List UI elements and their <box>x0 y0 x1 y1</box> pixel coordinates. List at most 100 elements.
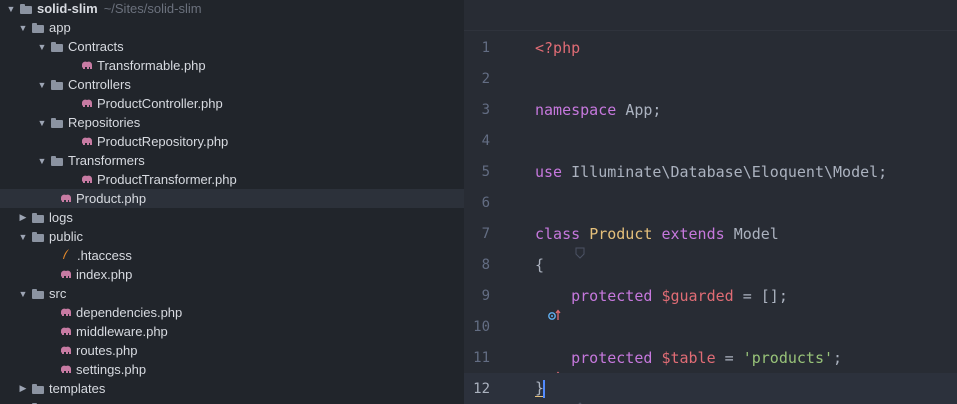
folder-icon <box>32 288 44 299</box>
tree-folder-partial[interactable]: ▶ <box>0 398 464 404</box>
chevron-right-icon[interactable]: ▶ <box>14 212 32 223</box>
tree-item-label: src <box>49 286 67 301</box>
override-marker-icon[interactable] <box>494 289 561 320</box>
code-line-4[interactable]: 4 <box>464 125 957 156</box>
code-line-12[interactable]: 12 } <box>464 373 957 404</box>
code-text: class Product extends Model <box>535 225 779 243</box>
tree-file-producttransformer[interactable]: ProductTransformer.php <box>0 170 464 189</box>
tree-file-settings[interactable]: settings.php <box>0 360 464 379</box>
tree-file-productcontroller[interactable]: ProductController.php <box>0 94 464 113</box>
code-editor[interactable]: 1 <?php 2 3 namespace App; 4 5 use Illum… <box>464 0 957 404</box>
line-number: 7 <box>481 225 490 242</box>
tree-file-dependencies[interactable]: dependencies.php <box>0 303 464 322</box>
chevron-down-icon[interactable]: ▼ <box>33 118 51 128</box>
property-name: $guarded <box>661 286 734 305</box>
tree-folder-transformers[interactable]: ▼ Transformers <box>0 151 464 170</box>
php-elephant-icon <box>60 345 72 357</box>
feather-icon <box>60 248 72 263</box>
brace: { <box>535 255 545 274</box>
chevron-right-icon[interactable]: ▶ <box>14 383 32 394</box>
code-line-9[interactable]: 9 protected $guarded = []; <box>464 280 957 320</box>
code-text: protected $table = 'products'; <box>535 349 842 367</box>
chevron-down-icon[interactable]: ▼ <box>14 232 32 242</box>
tree-folder-app[interactable]: ▼ app <box>0 18 464 37</box>
php-elephant-icon <box>81 98 93 110</box>
tree-item-label: Controllers <box>68 77 131 92</box>
tree-item-label: Transformable.php <box>97 58 206 73</box>
code-line-6[interactable]: 6 <box>464 187 957 218</box>
code-text: protected $guarded = []; <box>535 287 788 305</box>
keyword: protected <box>571 286 653 305</box>
tree-folder-public[interactable]: ▼ public <box>0 227 464 246</box>
code-text: <?php <box>535 39 580 57</box>
property-value: [] <box>760 286 779 305</box>
tree-file-middleware[interactable]: middleware.php <box>0 322 464 341</box>
php-elephant-icon <box>81 136 93 148</box>
folder-icon <box>32 383 44 394</box>
code-line-5[interactable]: 5 use Illuminate\Database\Eloquent\Model… <box>464 156 957 187</box>
punctuation: ; <box>778 286 788 305</box>
override-marker-icon[interactable] <box>494 351 561 382</box>
chevron-down-icon[interactable]: ▼ <box>14 289 32 299</box>
tree-item-label: Contracts <box>68 39 124 54</box>
php-elephant-icon <box>81 60 93 72</box>
tree-item-label: middleware.php <box>76 324 168 339</box>
code-line-11[interactable]: 11 protected $table = 'products'; <box>464 342 957 382</box>
tree-item-label: settings.php <box>76 362 147 377</box>
tree-item-label: ProductRepository.php <box>97 134 229 149</box>
tree-item-label: Repositories <box>68 115 141 130</box>
php-elephant-icon <box>60 326 72 338</box>
chevron-down-icon[interactable]: ▼ <box>33 42 51 52</box>
tree-file-product[interactable]: Product.php <box>0 189 464 208</box>
tree-folder-templates[interactable]: ▶ templates <box>0 379 464 398</box>
code-line-10[interactable]: 10 <box>464 311 957 342</box>
line-number: 10 <box>473 318 490 335</box>
parent-class: Model <box>733 224 779 243</box>
folder-icon <box>51 155 63 166</box>
fold-icon[interactable] <box>521 382 582 404</box>
code-line-2[interactable]: 2 <box>464 63 957 94</box>
folder-icon <box>32 231 44 242</box>
keyword: namespace <box>535 100 617 119</box>
tree-root[interactable]: ▼ solid-slim ~/Sites/solid-slim <box>0 0 464 18</box>
tree-item-label: Transformers <box>68 153 145 168</box>
folder-icon <box>32 22 44 33</box>
folder-icon <box>51 41 63 52</box>
tree-file-index[interactable]: index.php <box>0 265 464 284</box>
code-line-3[interactable]: 3 namespace App; <box>464 94 957 125</box>
tree-file-routes[interactable]: routes.php <box>0 341 464 360</box>
tree-folder-logs[interactable]: ▶ logs <box>0 208 464 227</box>
tree-item-label: ProductController.php <box>97 96 223 111</box>
tree-item-label: logs <box>49 210 73 225</box>
chevron-down-icon[interactable]: ▼ <box>2 4 20 14</box>
chevron-down-icon[interactable]: ▼ <box>33 80 51 90</box>
tree-folder-src[interactable]: ▼ src <box>0 284 464 303</box>
php-elephant-icon <box>60 193 72 205</box>
chevron-down-icon[interactable]: ▼ <box>14 23 32 33</box>
php-open-tag: <?php <box>535 38 581 57</box>
tree-file-productrepository[interactable]: ProductRepository.php <box>0 132 464 151</box>
class-name: Product <box>589 224 653 243</box>
tree-item-label: public <box>49 229 83 244</box>
line-number: 9 <box>481 287 490 304</box>
tree-item-label: ProductTransformer.php <box>97 172 237 187</box>
tree-item-label: dependencies.php <box>76 305 183 320</box>
tree-file-htaccess[interactable]: .htaccess <box>0 246 464 265</box>
property-name: $table <box>661 348 716 367</box>
code-line-7[interactable]: 7 class Product extends Model <box>464 218 957 259</box>
tree-folder-controllers[interactable]: ▼ Controllers <box>0 75 464 94</box>
tree-file-transformable[interactable]: Transformable.php <box>0 56 464 75</box>
code-line-1[interactable]: 1 <?php <box>464 32 957 63</box>
line-number: 3 <box>481 101 490 118</box>
tree-item-label: app <box>49 20 71 35</box>
code-line-8[interactable]: 8 { <box>464 249 957 280</box>
php-elephant-icon <box>60 364 72 376</box>
code-text: { <box>535 256 544 274</box>
project-tree: ▼ solid-slim ~/Sites/solid-slim ▼ app ▼ … <box>0 0 464 404</box>
fold-icon[interactable] <box>521 227 585 259</box>
php-elephant-icon <box>60 307 72 319</box>
tree-folder-contracts[interactable]: ▼ Contracts <box>0 37 464 56</box>
chevron-down-icon[interactable]: ▼ <box>33 156 51 166</box>
tree-folder-repositories[interactable]: ▼ Repositories <box>0 113 464 132</box>
